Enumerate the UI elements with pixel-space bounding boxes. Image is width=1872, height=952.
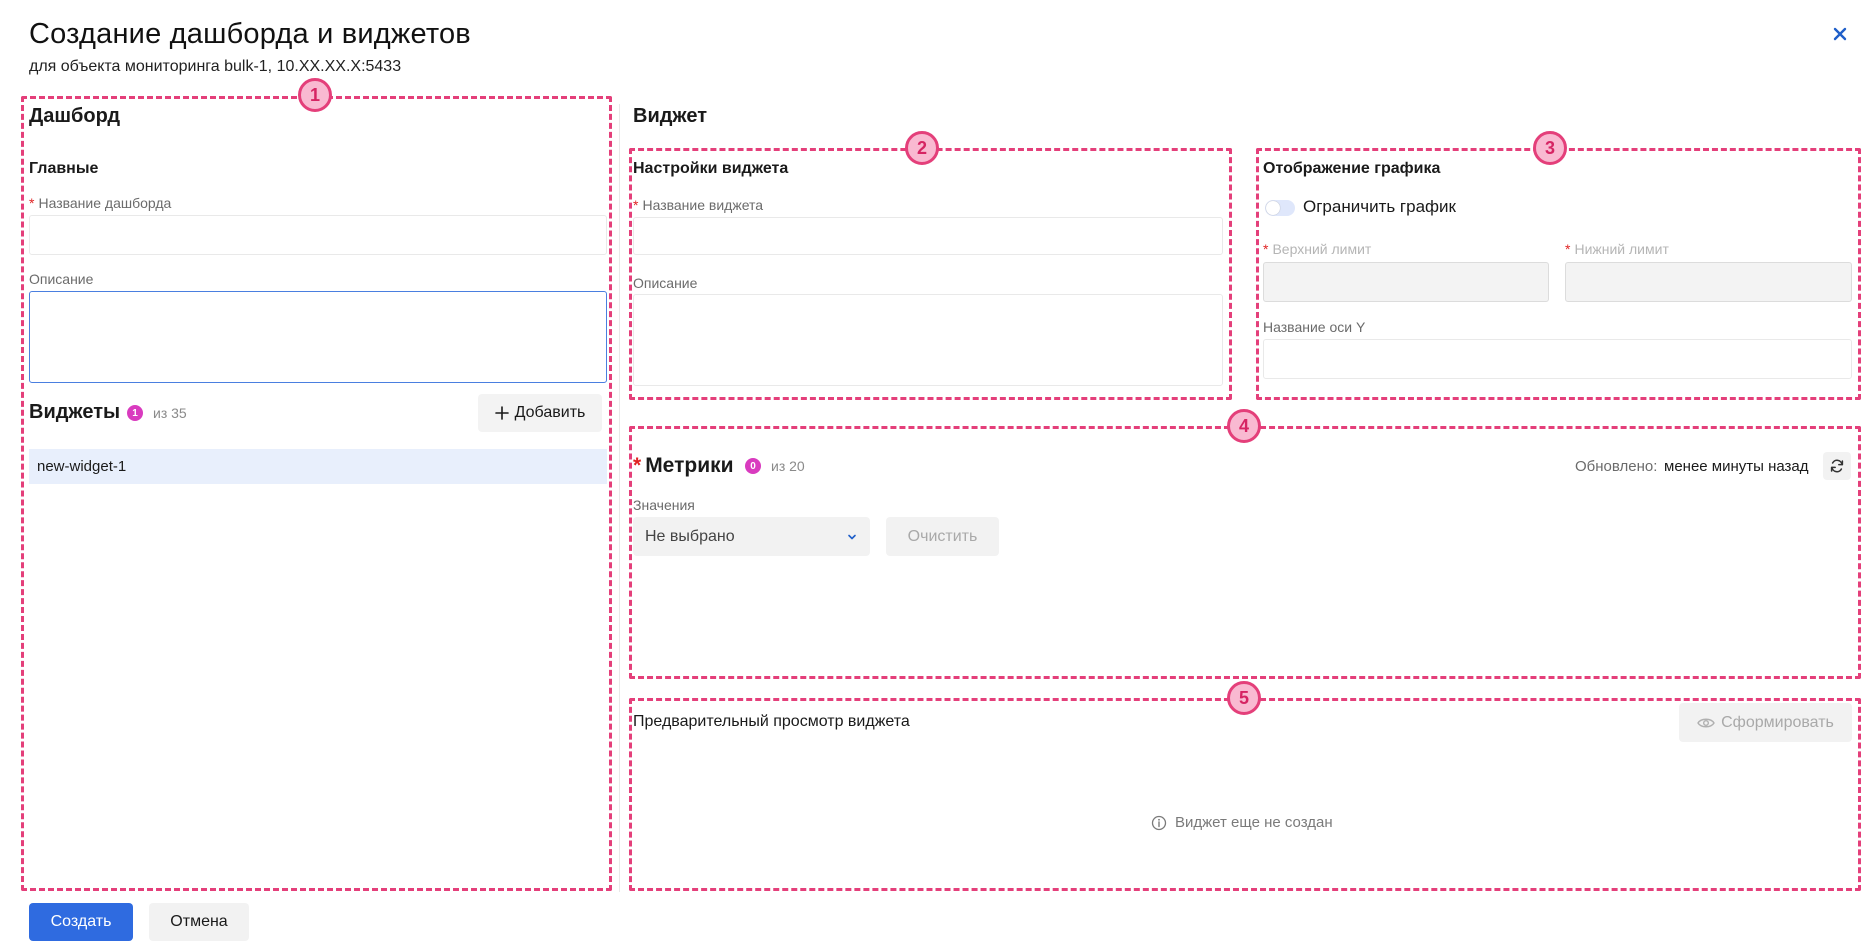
generate-label: Сформировать xyxy=(1721,713,1834,731)
widget-name-label: * Название виджета xyxy=(633,197,764,213)
dashboard-description-label: Описание xyxy=(29,271,94,287)
metrics-select-value: Не выбрано xyxy=(645,527,735,545)
annotation-badge-3: 3 xyxy=(1533,131,1567,165)
widgets-total: из 35 xyxy=(153,405,187,421)
plus-icon xyxy=(494,406,509,420)
page-subtitle: для объекта мониторинга bulk-1, 10.XX.XX… xyxy=(29,58,402,75)
eye-icon xyxy=(1697,718,1715,727)
annotation-badge-4: 4 xyxy=(1227,409,1261,443)
metrics-total: из 20 xyxy=(771,458,805,474)
widget-name-input[interactable] xyxy=(633,217,1223,255)
annotation-badge-5: 5 xyxy=(1227,681,1261,715)
metrics-values-select[interactable]: Не выбрано xyxy=(633,517,870,556)
metrics-count-badge: 0 xyxy=(745,458,761,474)
refresh-icon xyxy=(1830,459,1844,473)
column-divider xyxy=(619,104,620,892)
add-widget-button[interactable]: Добавить xyxy=(478,394,602,432)
preview-empty-text: Виджет еще не создан xyxy=(1175,814,1333,831)
chart-display-title: Отображение графика xyxy=(1263,160,1441,177)
updated-value: менее минуты назад xyxy=(1664,458,1809,475)
annotation-badge-1: 1 xyxy=(298,78,332,112)
page-title: Создание дашборда и виджетов xyxy=(29,18,471,50)
close-icon xyxy=(1833,27,1847,41)
widgets-title: Виджеты xyxy=(29,401,121,423)
close-button[interactable] xyxy=(1826,20,1854,48)
lower-limit-input[interactable] xyxy=(1565,262,1852,302)
upper-limit-input[interactable] xyxy=(1263,262,1549,302)
widget-section-title: Виджет xyxy=(633,105,708,127)
widgets-count-badge: 1 xyxy=(127,405,143,421)
upper-limit-label: * Верхний лимит xyxy=(1263,241,1372,257)
dashboard-name-input[interactable] xyxy=(29,215,607,255)
dashboard-section-title: Дашборд xyxy=(29,105,121,127)
dashboard-description-input[interactable] xyxy=(29,291,607,383)
refresh-button[interactable] xyxy=(1823,452,1851,480)
add-widget-label: Добавить xyxy=(514,404,586,421)
widget-description-input[interactable] xyxy=(633,294,1223,386)
limit-chart-toggle[interactable] xyxy=(1265,200,1295,216)
preview-empty-state: Виджет еще не создан xyxy=(1151,814,1333,831)
widget-list-item[interactable]: new-widget-1 xyxy=(29,449,607,484)
widget-settings-title: Настройки виджета xyxy=(633,160,789,177)
generate-button[interactable]: Сформировать xyxy=(1679,703,1852,742)
values-label: Значения xyxy=(633,497,695,513)
main-group-title: Главные xyxy=(29,160,99,177)
y-axis-name-input[interactable] xyxy=(1263,339,1852,379)
limit-chart-label: Ограничить график xyxy=(1303,197,1456,216)
preview-title: Предварительный просмотр виджета xyxy=(633,713,910,730)
info-icon xyxy=(1151,815,1167,830)
cancel-button[interactable]: Отмена xyxy=(149,903,249,941)
widget-description-label: Описание xyxy=(633,275,698,291)
lower-limit-label: * Нижний лимит xyxy=(1565,241,1669,257)
clear-button[interactable]: Очистить xyxy=(886,517,999,556)
dashboard-name-label: * Название дашборда xyxy=(29,195,172,211)
toggle-knob xyxy=(1266,201,1280,215)
chevron-down-icon xyxy=(848,534,856,539)
annotation-badge-2: 2 xyxy=(905,131,939,165)
metrics-title: * Метрики xyxy=(633,454,734,477)
y-axis-name-label: Название оси Y xyxy=(1263,319,1366,335)
updated-label: Обновлено: xyxy=(1575,458,1658,475)
create-button[interactable]: Создать xyxy=(29,903,133,941)
